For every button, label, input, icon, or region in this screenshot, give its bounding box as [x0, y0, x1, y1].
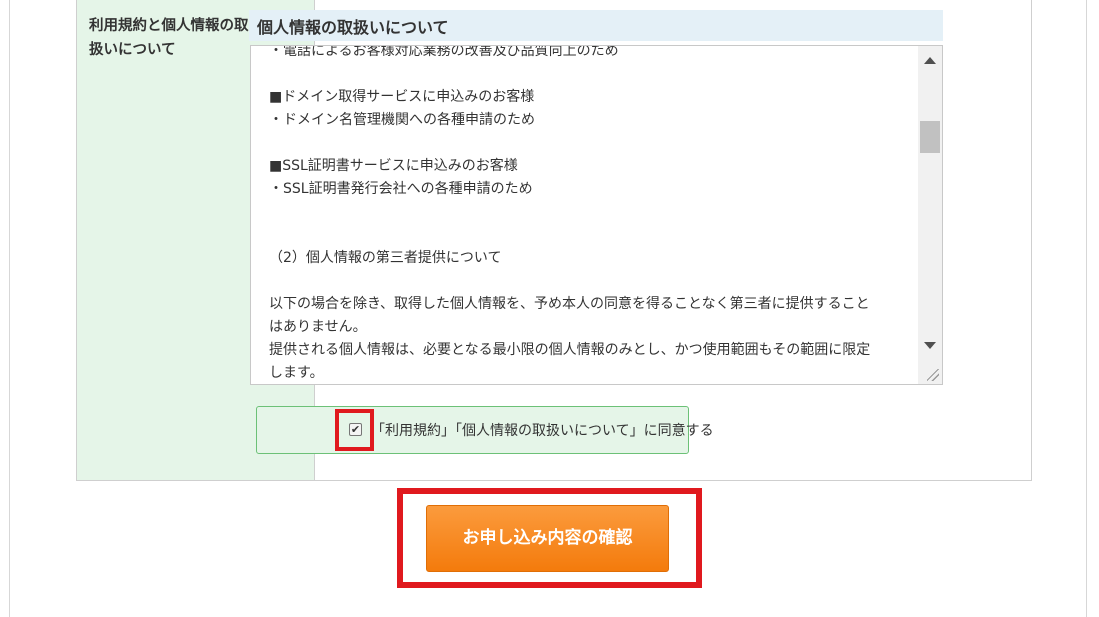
row-label: 利用規約と個人情報の取扱いについて: [89, 18, 249, 58]
confirm-application-button[interactable]: お申し込み内容の確認: [426, 505, 669, 572]
terms-line: [269, 224, 909, 247]
terms-line: [269, 201, 909, 224]
scroll-up-arrow-icon[interactable]: [924, 57, 936, 64]
terms-line: ■SSL証明書サービスに申込みのお客様: [269, 158, 518, 174]
agree-label[interactable]: 「利用規約」「個人情報の取扱いについて」に同意する: [371, 420, 714, 440]
terms-line: はありません。: [269, 319, 367, 335]
section-header: 個人情報の取扱いについて: [249, 10, 943, 41]
resize-grip-icon[interactable]: [927, 369, 939, 381]
terms-line: [269, 132, 909, 155]
terms-textarea[interactable]: ・電話によるお客様対応業務の改善及び品質向上のため ■ドメイン取得サービスに申込…: [250, 45, 943, 385]
terms-line: ・ドメイン名管理機関への各種申請のため: [269, 112, 535, 128]
terms-line: ・電話によるお客様対応業務の改善及び品質向上のため: [269, 45, 619, 59]
terms-line: 以下の場合を除き、取得した個人情報を、予め本人の同意を得ることなく第三者に提供す…: [269, 296, 870, 312]
scroll-thumb[interactable]: [920, 121, 940, 153]
terms-content: ・電話によるお客様対応業務の改善及び品質向上のため ■ドメイン取得サービスに申込…: [269, 45, 909, 384]
terms-line: （2）個人情報の第三者提供について: [269, 250, 502, 266]
terms-line: 提供される個人情報は、必要となる最小限の個人情報のみとし、かつ使用範囲もその範囲…: [269, 342, 871, 358]
agree-checkbox[interactable]: ✔: [349, 423, 362, 436]
terms-line: ・SSL証明書発行会社への各種申請のため: [269, 181, 533, 197]
section-title: 個人情報の取扱いについて: [257, 18, 449, 37]
terms-line: [269, 270, 909, 293]
terms-line: します。: [269, 365, 324, 381]
terms-line: ■ドメイン取得サービスに申込みのお客様: [269, 89, 535, 105]
scroll-down-arrow-icon[interactable]: [924, 342, 936, 349]
terms-line: [269, 63, 909, 86]
vertical-scrollbar[interactable]: [918, 46, 942, 384]
